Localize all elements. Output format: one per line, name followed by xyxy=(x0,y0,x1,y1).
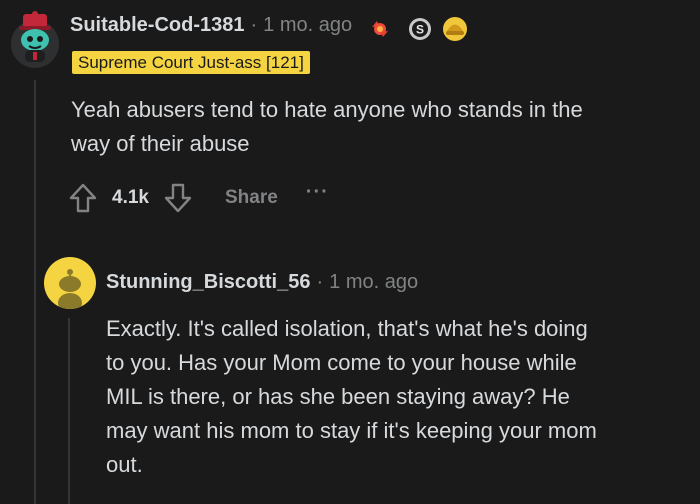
comment-body-line: way of their abuse xyxy=(71,131,250,156)
more-options-button[interactable]: ··· xyxy=(306,181,329,204)
separator: · xyxy=(316,271,324,293)
thread-line-main[interactable] xyxy=(34,80,36,504)
downvote-icon xyxy=(164,183,192,213)
timestamp[interactable]: 1 mo. ago xyxy=(329,271,418,294)
svg-text:S: S xyxy=(416,23,424,37)
comment-body-line: to you. Has your Mom come to your house … xyxy=(106,350,577,375)
separator: · xyxy=(250,14,258,36)
comment-body-line: may want his mom to stay if it's keeping… xyxy=(106,418,597,443)
upvote-icon xyxy=(69,183,97,213)
candy-award-icon[interactable] xyxy=(368,17,392,41)
silver-award-icon[interactable]: S xyxy=(408,17,432,41)
downvote-button[interactable] xyxy=(163,182,193,214)
helmet-award-icon[interactable] xyxy=(442,16,467,41)
snoo-avatar-icon xyxy=(11,11,59,68)
username[interactable]: Suitable-Cod-1381 xyxy=(70,14,244,37)
thread-line-reply[interactable] xyxy=(68,318,70,504)
share-button[interactable]: Share xyxy=(225,187,278,209)
user-flair: Supreme Court Just-ass [121] xyxy=(72,51,310,74)
default-snoo-icon xyxy=(58,269,82,309)
avatar[interactable] xyxy=(10,10,60,70)
username[interactable]: Stunning_Biscotti_56 xyxy=(106,271,310,294)
timestamp[interactable]: 1 mo. ago xyxy=(263,14,352,37)
avatar[interactable] xyxy=(44,257,96,309)
comment-body-line: MIL is there, or has she been staying aw… xyxy=(106,384,570,409)
comment-body-line: Exactly. It's called isolation, that's w… xyxy=(106,316,588,341)
upvote-button[interactable] xyxy=(68,182,98,214)
comment-body: Exactly. It's called isolation, that's w… xyxy=(106,312,696,482)
comment-body: Yeah abusers tend to hate anyone who sta… xyxy=(71,93,681,161)
vote-count: 4.1k xyxy=(112,187,149,208)
comment-body-line: out. xyxy=(106,452,143,477)
comment-body-line: Yeah abusers tend to hate anyone who sta… xyxy=(71,97,583,122)
